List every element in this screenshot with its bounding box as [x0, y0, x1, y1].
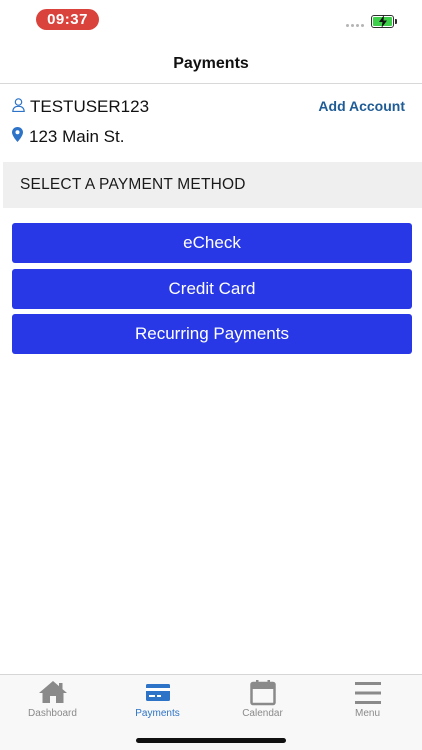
tab-dashboard[interactable]: Dashboard	[0, 675, 105, 725]
user-icon	[12, 97, 25, 117]
credit-card-button[interactable]: Credit Card	[12, 269, 412, 309]
map-pin-icon	[12, 127, 23, 147]
battery-charging-icon	[371, 15, 397, 28]
status-time: 09:37	[36, 9, 99, 30]
tab-label: Payments	[135, 708, 180, 719]
hamburger-menu-icon	[354, 680, 382, 711]
page-title: Payments	[0, 44, 422, 84]
recurring-payments-button[interactable]: Recurring Payments	[12, 314, 412, 354]
tab-menu[interactable]: Menu	[315, 675, 420, 725]
home-indicator[interactable]	[136, 738, 286, 743]
echeck-button[interactable]: eCheck	[12, 223, 412, 263]
tab-label: Dashboard	[28, 708, 77, 719]
payment-method-section-title: SELECT A PAYMENT METHOD	[3, 162, 422, 208]
account-username: TESTUSER123	[30, 97, 150, 116]
add-account-link[interactable]: Add Account	[318, 98, 405, 114]
tab-label: Menu	[354, 708, 380, 719]
tab-calendar[interactable]: Calendar	[210, 675, 315, 725]
cellular-signal-icon	[346, 24, 364, 27]
tab-label: Calendar	[242, 708, 283, 719]
calendar-icon	[249, 680, 276, 711]
tab-payments[interactable]: Payments	[105, 675, 210, 725]
account-address: 123 Main St.	[29, 127, 125, 146]
home-icon	[38, 680, 68, 709]
address-row: 123 Main St.	[12, 126, 124, 148]
account-row: TESTUSER123 Add Account	[12, 96, 410, 118]
status-bar: 09:37	[0, 0, 422, 40]
credit-card-icon	[145, 680, 171, 709]
